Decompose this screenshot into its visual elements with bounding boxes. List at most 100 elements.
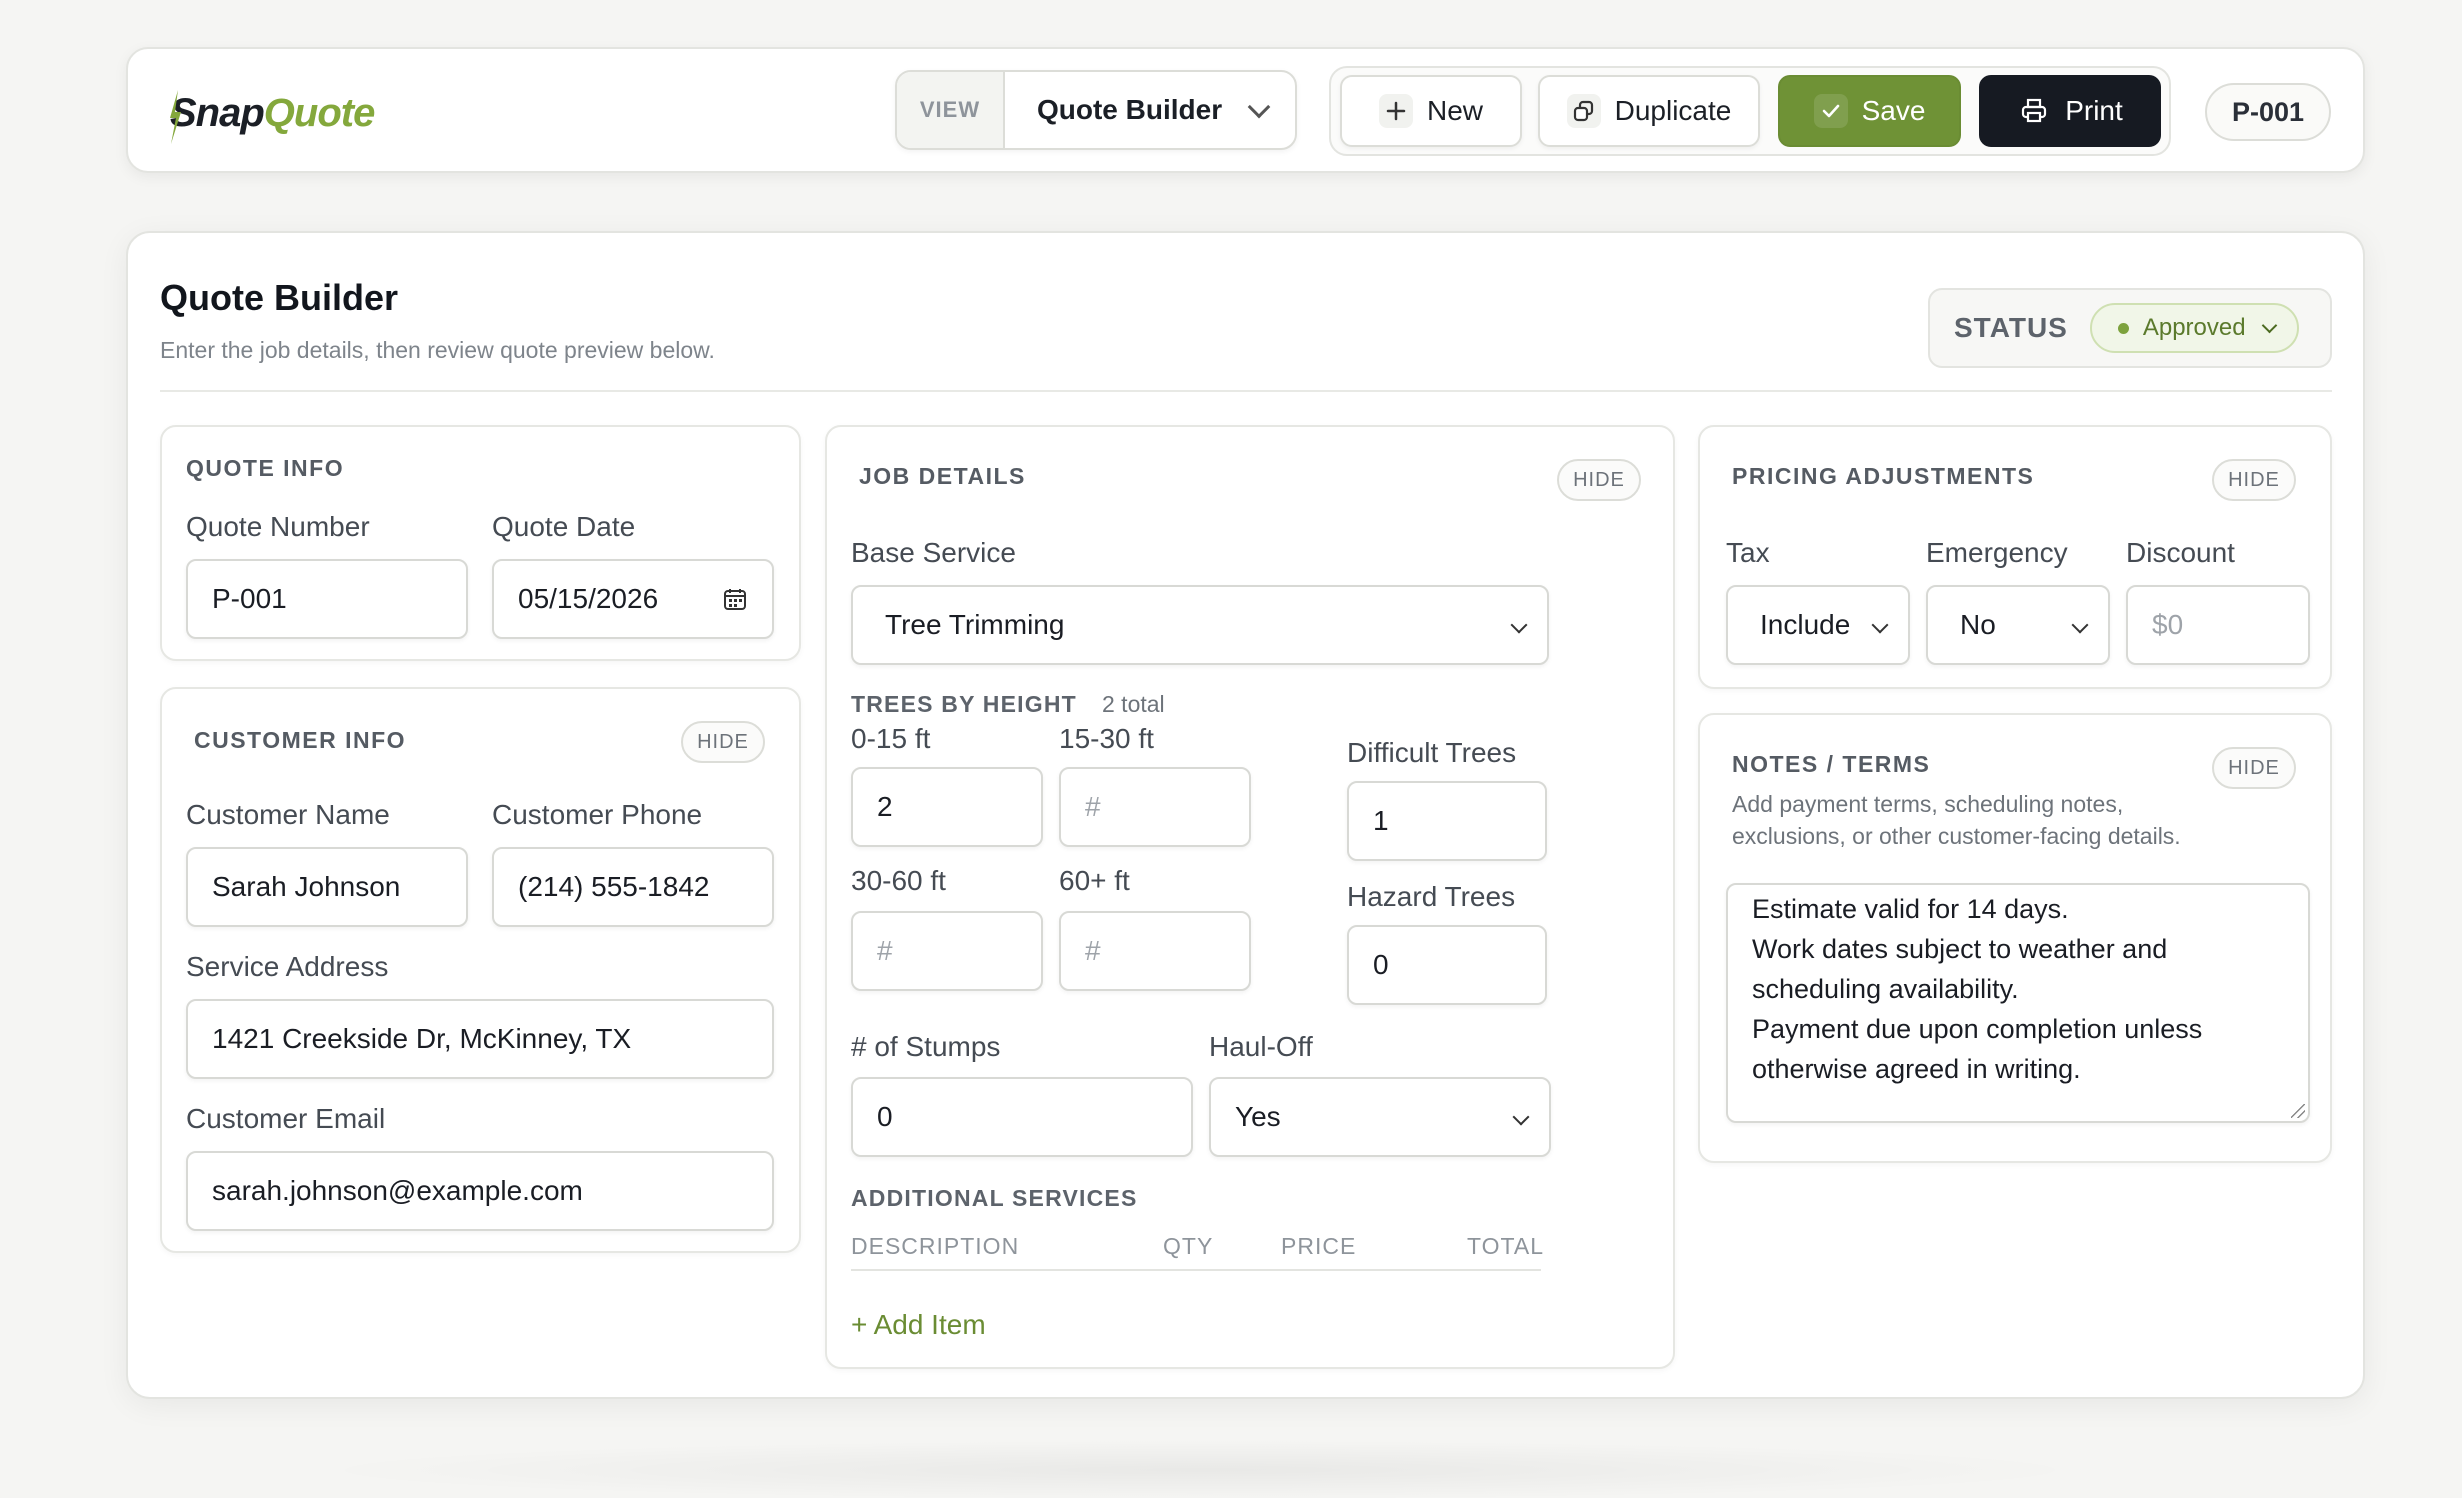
customer-name-input[interactable]: Sarah Johnson [186,847,468,927]
view-select[interactable]: Quote Builder [1005,72,1295,148]
notes-textarea[interactable]: Estimate valid for 14 days. Work dates s… [1726,883,2310,1123]
haul-off-select[interactable]: Yes [1209,1077,1551,1157]
pricing-hide-button[interactable]: HIDE [2212,459,2296,501]
tax-value: Include [1760,609,1851,640]
haul-off-label: Haul-Off [1209,1031,1313,1062]
customer-name-label: Customer Name [186,799,390,830]
top-bar: SnapQuote VIEW Quote Builder New Duplica… [126,47,2365,173]
customer-info-hide-button[interactable]: HIDE [681,721,765,763]
emergency-select[interactable]: No [1926,585,2110,665]
discount-input[interactable]: $0 [2126,585,2310,665]
status-dropdown[interactable]: Approved [2089,303,2299,353]
height-30-60-input[interactable]: # [851,911,1043,991]
view-select-value: Quote Builder [1037,94,1223,125]
pricing-adjustments-panel: PRICING ADJUSTMENTS HIDE Tax Include Eme… [1698,425,2332,689]
duplicate-button-label: Duplicate [1614,95,1732,126]
page-title: Quote Builder [160,277,399,318]
customer-info-panel: CUSTOMER INFO HIDE Customer Name Sarah J… [160,687,801,1253]
status-box: STATUS Approved [1928,288,2332,368]
view-label: VIEW [897,72,1005,148]
page-subtitle: Enter the job details, then review quote… [160,337,715,363]
check-icon [1813,94,1848,128]
difficult-trees-label: Difficult Trees [1347,737,1517,768]
stumps-input[interactable]: 0 [851,1077,1193,1157]
chevron-down-icon [1871,616,1889,634]
quote-builder-card: Quote Builder Enter the job details, the… [126,231,2365,1399]
chevron-down-icon [2261,317,2277,334]
quote-date-label: Quote Date [492,511,636,542]
height-60-plus-input[interactable]: # [1059,911,1251,991]
new-button-label: New [1426,95,1483,126]
notes-hide-button[interactable]: HIDE [2212,747,2296,789]
additional-services-heading: ADDITIONAL SERVICES [851,1185,1138,1211]
header-divider [160,390,2332,392]
status-value: Approved [2142,314,2246,341]
add-item-link[interactable]: + Add Item [851,1309,986,1341]
duplicate-button[interactable]: Duplicate [1538,75,1760,147]
snapquote-logo[interactable]: SnapQuote [168,83,375,144]
notes-line: Work dates subject to weather and [1752,934,2168,964]
customer-email-input[interactable]: sarah.johnson@example.com [186,1151,774,1231]
notes-terms-title: NOTES / TERMS [1732,751,1931,777]
trees-by-height-heading: TREES BY HEIGHT [851,691,1077,717]
notes-help-line-2: exclusions, or other customer-facing det… [1732,823,2181,849]
duplicate-icon [1566,94,1601,128]
new-button[interactable]: New [1340,75,1522,147]
tax-label: Tax [1726,537,1770,568]
quote-number-input[interactable]: P-001 [186,559,468,639]
status-label: STATUS [1954,312,2068,343]
base-service-label: Base Service [851,537,1016,568]
difficult-trees-input[interactable]: 1 [1347,781,1547,861]
job-details-title: JOB DETAILS [859,463,1026,489]
discount-label: Discount [2126,537,2235,568]
height-0-15-label: 0-15 ft [851,723,931,754]
customer-phone-label: Customer Phone [492,799,703,830]
quote-number-label: Quote Number [186,511,370,542]
height-0-15-input[interactable]: 2 [851,767,1043,847]
haul-off-value: Yes [1235,1101,1281,1132]
column-description: DESCRIPTION [851,1233,1020,1259]
quote-info-title: QUOTE INFO [186,455,345,481]
service-address-input[interactable]: 1421 Creekside Dr, McKinney, TX [186,999,774,1079]
resize-handle-icon[interactable] [2291,1104,2305,1118]
logo-text-snap: Snap [170,90,265,135]
service-address-label: Service Address [186,951,389,982]
print-button-label: Print [2065,95,2123,126]
quote-id-badge: P-001 [2205,83,2331,141]
table-divider [851,1269,1541,1271]
view-switcher: VIEW Quote Builder [895,70,1297,150]
emergency-value: No [1960,609,1996,640]
job-details-hide-button[interactable]: HIDE [1557,459,1641,501]
chevron-down-icon [1247,95,1271,119]
emergency-label: Emergency [1926,537,2068,568]
action-toolbar: New Duplicate Save Print [1329,66,2171,156]
printer-icon [2017,94,2051,128]
plus-icon [1378,94,1413,128]
quote-date-input[interactable]: 05/15/2026 [492,559,774,639]
notes-line: Payment due upon completion unless [1752,1014,2203,1044]
chevron-down-icon [1512,1108,1530,1126]
trees-total: 2 total [1102,691,1165,717]
height-15-30-label: 15-30 ft [1059,723,1154,754]
job-details-panel: JOB DETAILS HIDE Base Service Tree Trimm… [825,425,1675,1369]
height-15-30-input[interactable]: # [1059,767,1251,847]
column-qty: QTY [1163,1233,1214,1259]
height-60-plus-label: 60+ ft [1059,865,1130,896]
customer-phone-input[interactable]: (214) 555-1842 [492,847,774,927]
save-button-label: Save [1861,95,1926,126]
print-button[interactable]: Print [1979,75,2161,147]
tax-select[interactable]: Include [1726,585,1910,665]
base-service-select[interactable]: Tree Trimming [851,585,1549,665]
page-bottom-shadow [300,1440,2100,1498]
lightning-bolt-icon [170,90,181,144]
hazard-trees-input[interactable]: 0 [1347,925,1547,1005]
calendar-icon[interactable] [722,586,748,612]
notes-line: otherwise agreed in writing. [1752,1054,2081,1084]
notes-line: scheduling availability. [1752,974,2019,1004]
stumps-label: # of Stumps [851,1031,1001,1062]
pricing-adjustments-title: PRICING ADJUSTMENTS [1732,463,2035,489]
save-button[interactable]: Save [1778,75,1961,147]
customer-email-label: Customer Email [186,1103,386,1134]
column-total: TOTAL [1467,1233,1544,1259]
customer-info-title: CUSTOMER INFO [194,727,407,753]
